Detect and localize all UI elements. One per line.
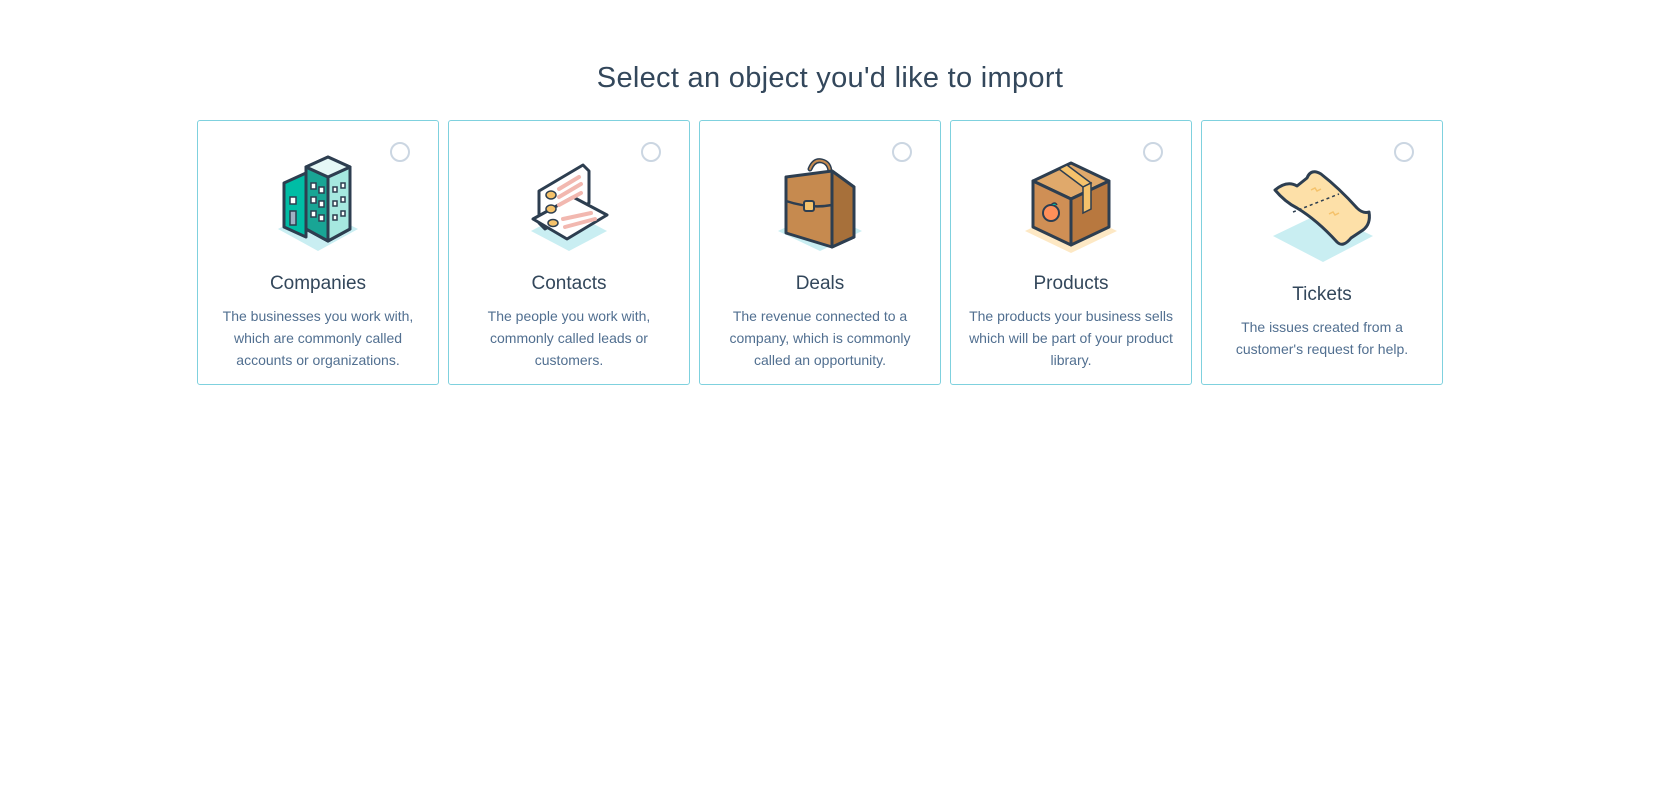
ticket-icon <box>1262 151 1382 266</box>
object-card-companies[interactable]: Companies The businesses you work with, … <box>197 120 439 385</box>
contact-cards-icon <box>509 151 629 255</box>
card-title: Deals <box>795 273 845 294</box>
import-object-page: Select an object you'd like to import Co… <box>0 0 1660 809</box>
radio-companies[interactable] <box>390 142 410 162</box>
box-icon <box>1011 151 1131 255</box>
radio-products[interactable] <box>1143 142 1163 162</box>
card-description: The issues created from a customer's req… <box>1235 319 1409 357</box>
radio-tickets[interactable] <box>1394 142 1414 162</box>
card-title: Tickets <box>1292 284 1352 305</box>
building-icon <box>258 151 378 255</box>
object-card-products[interactable]: Products The products your business sell… <box>950 120 1192 385</box>
briefcase-icon <box>760 151 880 255</box>
card-description: The products your business sells which w… <box>969 308 1173 368</box>
radio-deals[interactable] <box>892 142 912 162</box>
card-description: The businesses you work with, which are … <box>222 308 414 368</box>
object-card-list: Companies The businesses you work with, … <box>197 120 1443 385</box>
card-description: The revenue connected to a company, whic… <box>729 308 911 368</box>
object-card-deals[interactable]: Deals The revenue connected to a company… <box>699 120 941 385</box>
object-card-contacts[interactable]: Contacts The people you work with, commo… <box>448 120 690 385</box>
card-title: Companies <box>269 273 367 294</box>
page-title: Select an object you'd like to import <box>596 62 1064 94</box>
card-title: Products <box>1033 273 1109 294</box>
card-title: Contacts <box>531 273 607 294</box>
card-description: The people you work with, commonly calle… <box>487 308 651 368</box>
object-card-tickets[interactable]: Tickets The issues created from a custom… <box>1201 120 1443 385</box>
radio-contacts[interactable] <box>641 142 661 162</box>
